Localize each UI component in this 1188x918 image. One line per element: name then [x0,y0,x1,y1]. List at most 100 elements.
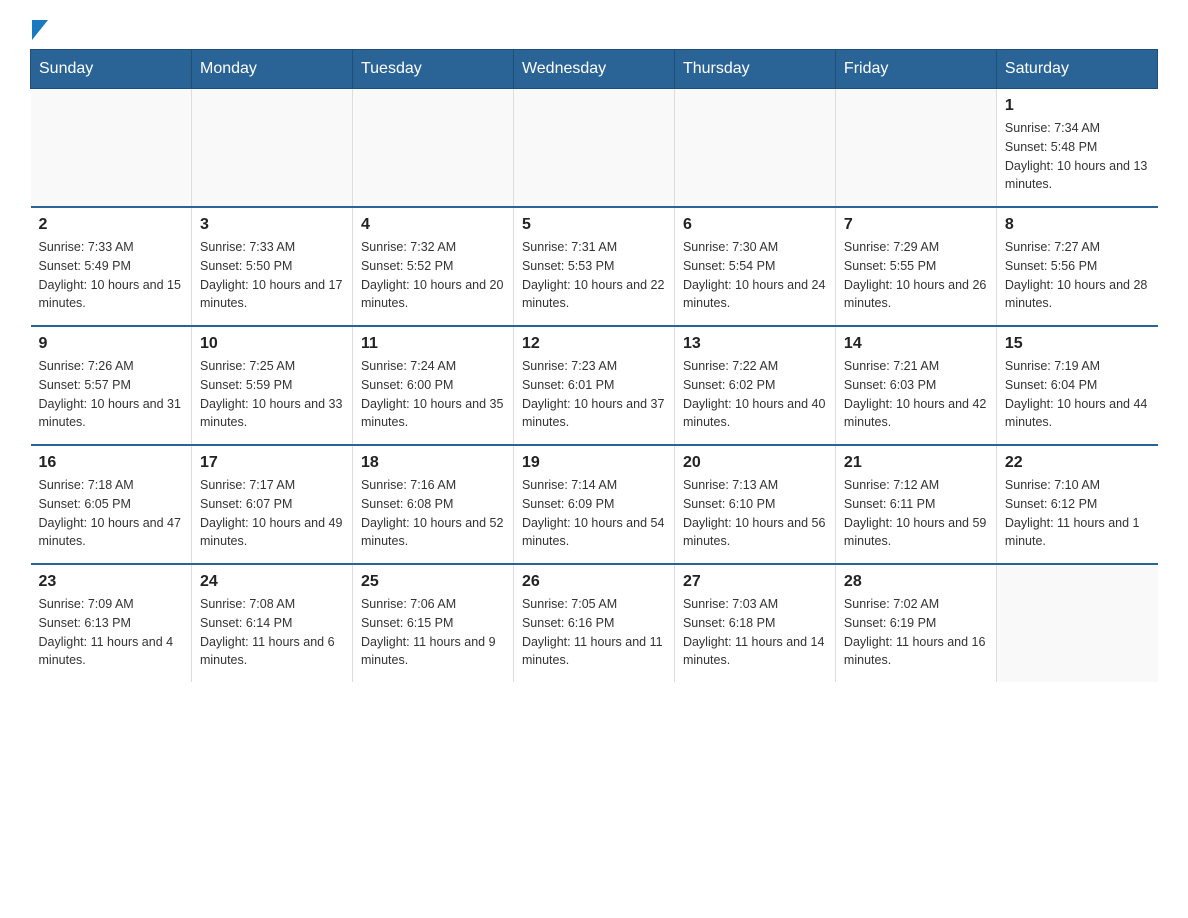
day-number: 23 [39,573,183,591]
weekday-header-thursday: Thursday [674,50,835,89]
day-number: 4 [361,216,505,234]
day-number: 26 [522,573,666,591]
day-info: Sunrise: 7:27 AMSunset: 5:56 PMDaylight:… [1005,238,1150,313]
calendar-cell: 12 Sunrise: 7:23 AMSunset: 6:01 PMDayligh… [513,326,674,445]
calendar-cell [513,89,674,208]
calendar-cell: 27 Sunrise: 7:03 AMSunset: 6:18 PMDayligh… [674,564,835,682]
calendar-cell: 22Sunrise: 7:10 AMSunset: 6:12 PMDayligh… [996,445,1157,564]
week-row-1: 1 Sunrise: 7:34 AMSunset: 5:48 PMDaylight… [31,89,1158,208]
day-info: Sunrise: 7:32 AMSunset: 5:52 PMDaylight:… [361,238,505,313]
day-number: 18 [361,454,505,472]
calendar-cell: 7 Sunrise: 7:29 AMSunset: 5:55 PMDaylight… [835,207,996,326]
calendar-cell: 5 Sunrise: 7:31 AMSunset: 5:53 PMDaylight… [513,207,674,326]
calendar-cell: 23 Sunrise: 7:09 AMSunset: 6:13 PMDayligh… [31,564,192,682]
day-number: 16 [39,454,183,472]
day-number: 13 [683,335,827,353]
weekday-header-saturday: Saturday [996,50,1157,89]
calendar-cell: 20 Sunrise: 7:13 AMSunset: 6:10 PMDayligh… [674,445,835,564]
day-info: Sunrise: 7:13 AMSunset: 6:10 PMDaylight:… [683,476,827,551]
calendar-cell: 25Sunrise: 7:06 AMSunset: 6:15 PMDayligh… [352,564,513,682]
day-number: 8 [1005,216,1150,234]
calendar-cell: 28 Sunrise: 7:02 AMSunset: 6:19 PMDayligh… [835,564,996,682]
day-number: 1 [1005,97,1150,115]
day-info: Sunrise: 7:26 AMSunset: 5:57 PMDaylight:… [39,357,183,432]
calendar-cell [31,89,192,208]
calendar-cell: 3 Sunrise: 7:33 AMSunset: 5:50 PMDaylight… [191,207,352,326]
day-info: Sunrise: 7:24 AMSunset: 6:00 PMDaylight:… [361,357,505,432]
day-number: 24 [200,573,344,591]
calendar-cell: 8 Sunrise: 7:27 AMSunset: 5:56 PMDaylight… [996,207,1157,326]
day-info: Sunrise: 7:23 AMSunset: 6:01 PMDaylight:… [522,357,666,432]
week-row-5: 23 Sunrise: 7:09 AMSunset: 6:13 PMDayligh… [31,564,1158,682]
day-number: 17 [200,454,344,472]
day-info: Sunrise: 7:05 AMSunset: 6:16 PMDaylight:… [522,595,666,670]
day-number: 19 [522,454,666,472]
weekday-header-friday: Friday [835,50,996,89]
day-info: Sunrise: 7:21 AMSunset: 6:03 PMDaylight:… [844,357,988,432]
day-info: Sunrise: 7:19 AMSunset: 6:04 PMDaylight:… [1005,357,1150,432]
calendar-cell [191,89,352,208]
calendar-cell: 2 Sunrise: 7:33 AMSunset: 5:49 PMDaylight… [31,207,192,326]
day-number: 15 [1005,335,1150,353]
day-number: 20 [683,454,827,472]
day-info: Sunrise: 7:14 AMSunset: 6:09 PMDaylight:… [522,476,666,551]
calendar-cell [674,89,835,208]
day-number: 12 [522,335,666,353]
day-info: Sunrise: 7:31 AMSunset: 5:53 PMDaylight:… [522,238,666,313]
day-info: Sunrise: 7:29 AMSunset: 5:55 PMDaylight:… [844,238,988,313]
weekday-header-sunday: Sunday [31,50,192,89]
weekday-header-wednesday: Wednesday [513,50,674,89]
day-info: Sunrise: 7:33 AMSunset: 5:49 PMDaylight:… [39,238,183,313]
day-info: Sunrise: 7:18 AMSunset: 6:05 PMDaylight:… [39,476,183,551]
day-number: 3 [200,216,344,234]
calendar-cell: 26 Sunrise: 7:05 AMSunset: 6:16 PMDayligh… [513,564,674,682]
weekday-header-row: SundayMondayTuesdayWednesdayThursdayFrid… [31,50,1158,89]
day-info: Sunrise: 7:33 AMSunset: 5:50 PMDaylight:… [200,238,344,313]
day-number: 10 [200,335,344,353]
calendar-cell: 21 Sunrise: 7:12 AMSunset: 6:11 PMDayligh… [835,445,996,564]
calendar-cell: 24 Sunrise: 7:08 AMSunset: 6:14 PMDayligh… [191,564,352,682]
calendar-cell: 10 Sunrise: 7:25 AMSunset: 5:59 PMDayligh… [191,326,352,445]
calendar-cell: 13 Sunrise: 7:22 AMSunset: 6:02 PMDayligh… [674,326,835,445]
calendar-cell: 4 Sunrise: 7:32 AMSunset: 5:52 PMDaylight… [352,207,513,326]
day-info: Sunrise: 7:09 AMSunset: 6:13 PMDaylight:… [39,595,183,670]
weekday-header-tuesday: Tuesday [352,50,513,89]
calendar-cell: 6Sunrise: 7:30 AMSunset: 5:54 PMDaylight… [674,207,835,326]
page-header [30,20,1158,39]
calendar-cell: 18 Sunrise: 7:16 AMSunset: 6:08 PMDayligh… [352,445,513,564]
day-info: Sunrise: 7:17 AMSunset: 6:07 PMDaylight:… [200,476,344,551]
calendar-cell: 17 Sunrise: 7:17 AMSunset: 6:07 PMDayligh… [191,445,352,564]
logo [30,20,48,39]
week-row-2: 2 Sunrise: 7:33 AMSunset: 5:49 PMDaylight… [31,207,1158,326]
day-info: Sunrise: 7:25 AMSunset: 5:59 PMDaylight:… [200,357,344,432]
day-number: 5 [522,216,666,234]
day-number: 14 [844,335,988,353]
day-info: Sunrise: 7:12 AMSunset: 6:11 PMDaylight:… [844,476,988,551]
calendar-cell: 1 Sunrise: 7:34 AMSunset: 5:48 PMDaylight… [996,89,1157,208]
day-info: Sunrise: 7:08 AMSunset: 6:14 PMDaylight:… [200,595,344,670]
calendar-cell [996,564,1157,682]
day-info: Sunrise: 7:22 AMSunset: 6:02 PMDaylight:… [683,357,827,432]
day-number: 7 [844,216,988,234]
day-number: 11 [361,335,505,353]
day-number: 2 [39,216,183,234]
calendar-cell [352,89,513,208]
day-info: Sunrise: 7:34 AMSunset: 5:48 PMDaylight:… [1005,119,1150,194]
day-number: 28 [844,573,988,591]
day-number: 22 [1005,454,1150,472]
day-info: Sunrise: 7:02 AMSunset: 6:19 PMDaylight:… [844,595,988,670]
calendar-cell: 9Sunrise: 7:26 AMSunset: 5:57 PMDaylight… [31,326,192,445]
calendar-cell: 14 Sunrise: 7:21 AMSunset: 6:03 PMDayligh… [835,326,996,445]
calendar-cell: 11 Sunrise: 7:24 AMSunset: 6:00 PMDayligh… [352,326,513,445]
day-info: Sunrise: 7:16 AMSunset: 6:08 PMDaylight:… [361,476,505,551]
day-info: Sunrise: 7:30 AMSunset: 5:54 PMDaylight:… [683,238,827,313]
logo-arrow-icon [32,20,48,40]
day-info: Sunrise: 7:03 AMSunset: 6:18 PMDaylight:… [683,595,827,670]
calendar-cell: 16 Sunrise: 7:18 AMSunset: 6:05 PMDayligh… [31,445,192,564]
day-number: 27 [683,573,827,591]
day-number: 25 [361,573,505,591]
calendar-cell: 19 Sunrise: 7:14 AMSunset: 6:09 PMDayligh… [513,445,674,564]
day-number: 21 [844,454,988,472]
weekday-header-monday: Monday [191,50,352,89]
calendar-cell [835,89,996,208]
